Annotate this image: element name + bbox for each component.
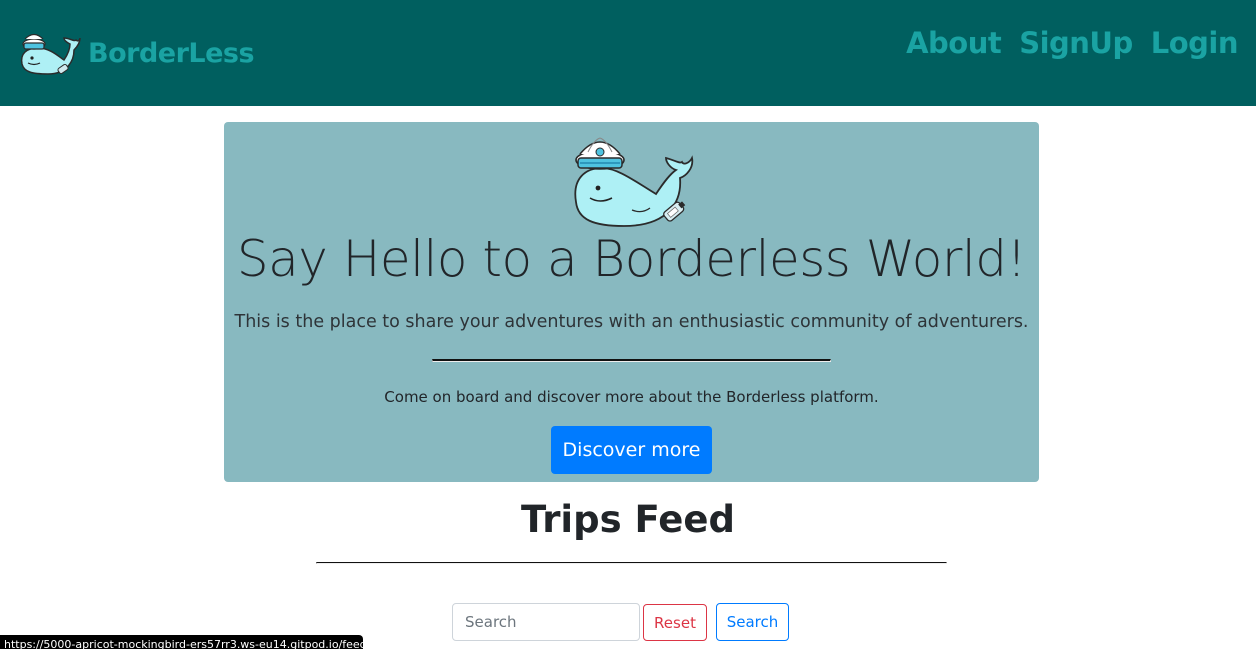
nav-links: About SignUp Login xyxy=(888,26,1238,60)
discover-more-button[interactable]: Discover more xyxy=(551,426,712,474)
hero-title: Say Hello to a Borderless World! xyxy=(236,230,1027,288)
brand-name: BorderLess xyxy=(88,37,255,69)
status-bar-url: https://5000-apricot-mockingbird-ers57rr… xyxy=(0,635,363,649)
navbar: BorderLess About SignUp Login xyxy=(0,0,1256,106)
hero-jumbotron: Say Hello to a Borderless World! This is… xyxy=(224,122,1039,482)
hero-lead: This is the place to share your adventur… xyxy=(234,312,1029,332)
search-button[interactable]: Search xyxy=(716,603,789,641)
feed-title: Trips Feed xyxy=(521,498,735,541)
brand[interactable]: BorderLess xyxy=(18,26,255,78)
search-input[interactable] xyxy=(452,603,640,641)
nav-link-login[interactable]: Login xyxy=(1151,26,1239,60)
reset-button[interactable]: Reset xyxy=(643,604,707,641)
sailor-whale-icon xyxy=(20,33,81,75)
sailor-whale-icon xyxy=(574,137,694,227)
feed-divider xyxy=(316,562,947,564)
hero-text: Come on board and discover more about th… xyxy=(384,388,879,406)
nav-link-signup[interactable]: SignUp xyxy=(1019,26,1133,60)
hero-divider xyxy=(432,359,831,362)
nav-link-about[interactable]: About xyxy=(906,26,1002,60)
